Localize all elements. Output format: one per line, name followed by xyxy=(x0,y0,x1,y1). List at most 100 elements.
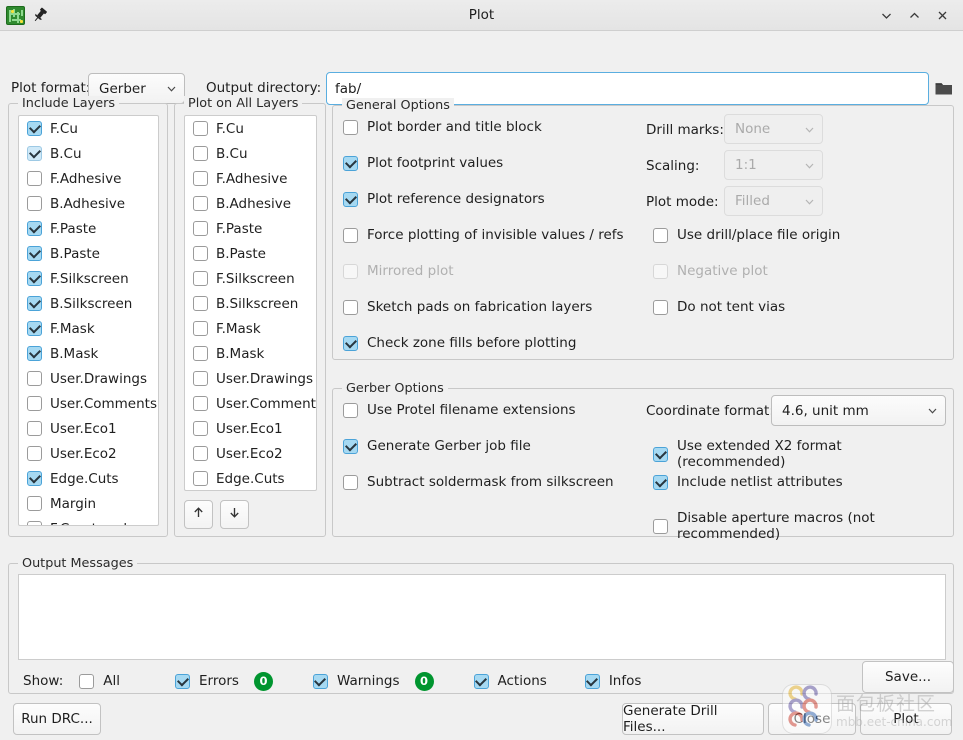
layer-row[interactable]: F.Cu xyxy=(185,116,316,141)
output-messages-text[interactable] xyxy=(18,574,946,660)
option-row[interactable]: Plot footprint values xyxy=(343,155,503,171)
checkbox-checked[interactable] xyxy=(27,146,42,161)
layer-row[interactable]: B.Mask xyxy=(185,341,316,366)
checkbox-checked[interactable] xyxy=(175,673,190,689)
checkbox-unchecked[interactable] xyxy=(193,121,208,136)
checkbox-unchecked[interactable] xyxy=(193,446,208,461)
checkbox-unchecked[interactable] xyxy=(343,474,358,490)
option-row[interactable]: Sketch pads on fabrication layers xyxy=(343,299,592,315)
checkbox-unchecked[interactable] xyxy=(193,346,208,361)
checkbox-unchecked[interactable] xyxy=(653,299,668,315)
checkbox-unchecked[interactable] xyxy=(27,371,42,386)
checkbox-unchecked[interactable] xyxy=(27,446,42,461)
layer-row[interactable]: F.Cu xyxy=(19,116,158,141)
layer-row[interactable]: User.Comments xyxy=(185,391,316,416)
layer-row[interactable]: F.Silkscreen xyxy=(19,266,158,291)
layer-row[interactable]: F.Adhesive xyxy=(19,166,158,191)
layer-row[interactable]: F.Mask xyxy=(185,316,316,341)
option-row[interactable]: Subtract soldermask from silkscreen xyxy=(343,474,614,490)
checkbox-checked[interactable] xyxy=(27,471,42,486)
layer-row[interactable]: B.Paste xyxy=(185,241,316,266)
checkbox-unchecked[interactable] xyxy=(27,521,42,525)
filter-errors[interactable]: Errors 0 xyxy=(175,671,273,691)
option-row[interactable]: Generate Gerber job file xyxy=(343,438,531,454)
option-row[interactable]: Force plotting of invisible values / ref… xyxy=(343,227,624,243)
pin-icon[interactable] xyxy=(31,6,49,24)
checkbox-checked[interactable] xyxy=(27,221,42,236)
checkbox-checked[interactable] xyxy=(312,673,328,689)
layer-row[interactable]: Edge.Cuts xyxy=(185,466,316,490)
checkbox-unchecked[interactable] xyxy=(343,119,358,135)
option-row[interactable]: Use extended X2 format (recommended) xyxy=(653,438,953,470)
minimize-button[interactable] xyxy=(873,2,899,28)
move-layer-down-button[interactable] xyxy=(220,500,249,529)
plot-mode-select[interactable]: Filled xyxy=(724,186,823,216)
layer-row[interactable]: B.Cu xyxy=(185,141,316,166)
checkbox-checked[interactable] xyxy=(653,446,668,462)
layer-row[interactable]: B.Adhesive xyxy=(19,191,158,216)
layer-row[interactable]: B.Adhesive xyxy=(185,191,316,216)
layer-row[interactable]: User.Eco2 xyxy=(19,441,158,466)
checkbox-checked[interactable] xyxy=(653,474,668,490)
checkbox-unchecked[interactable] xyxy=(27,421,42,436)
checkbox-checked[interactable] xyxy=(343,155,358,171)
include-layers-list[interactable]: F.Cu B.Cu F.Adhesive B.Adhesive F.Paste B.Pas… xyxy=(18,115,159,526)
generate-drill-files-button[interactable]: Generate Drill Files... xyxy=(622,703,764,735)
option-row[interactable]: Use Protel filename extensions xyxy=(343,402,576,418)
filter-infos[interactable]: Infos xyxy=(584,673,641,689)
move-layer-up-button[interactable] xyxy=(184,500,213,529)
option-row[interactable]: Include netlist attributes xyxy=(653,474,843,490)
checkbox-unchecked[interactable] xyxy=(27,196,42,211)
layer-row[interactable]: B.Cu xyxy=(19,141,158,166)
close-button[interactable] xyxy=(929,2,955,28)
folder-icon[interactable] xyxy=(932,75,956,101)
layer-row[interactable]: F.Adhesive xyxy=(185,166,316,191)
checkbox-unchecked[interactable] xyxy=(653,518,668,534)
checkbox-checked[interactable] xyxy=(584,673,600,689)
save-button[interactable]: Save... xyxy=(862,661,954,693)
layer-row[interactable]: User.Eco1 xyxy=(19,416,158,441)
checkbox-unchecked[interactable] xyxy=(193,296,208,311)
layer-row[interactable]: F.Paste xyxy=(185,216,316,241)
checkbox-checked[interactable] xyxy=(27,321,42,336)
checkbox-unchecked[interactable] xyxy=(79,673,95,689)
checkbox-unchecked[interactable] xyxy=(193,171,208,186)
layer-row[interactable]: F.Courtyard xyxy=(19,516,158,525)
layer-row[interactable]: User.Eco2 xyxy=(185,441,316,466)
checkbox-unchecked[interactable] xyxy=(27,171,42,186)
checkbox-unchecked[interactable] xyxy=(193,471,208,486)
layer-row[interactable]: B.Paste xyxy=(19,241,158,266)
plot-on-all-layers-list[interactable]: F.Cu B.Cu F.Adhesive B.Adhesive F.Paste B.Pas… xyxy=(184,115,317,491)
scaling-select[interactable]: 1:1 xyxy=(724,150,823,180)
checkbox-checked[interactable] xyxy=(343,335,358,351)
layer-row[interactable]: F.Silkscreen xyxy=(185,266,316,291)
layer-row[interactable]: F.Mask xyxy=(19,316,158,341)
layer-row[interactable]: F.Paste xyxy=(19,216,158,241)
checkbox-unchecked[interactable] xyxy=(193,196,208,211)
checkbox-checked[interactable] xyxy=(473,673,489,689)
checkbox-checked[interactable] xyxy=(27,246,42,261)
checkbox-unchecked[interactable] xyxy=(193,271,208,286)
coordinate-format-select[interactable]: 4.6, unit mm xyxy=(771,395,946,426)
filter-actions[interactable]: Actions xyxy=(473,673,547,689)
option-row[interactable]: Use drill/place file origin xyxy=(653,227,840,243)
option-row[interactable]: Do not tent vias xyxy=(653,299,785,315)
filter-warnings[interactable]: Warnings 0 xyxy=(312,671,434,691)
layer-row[interactable]: Edge.Cuts xyxy=(19,466,158,491)
checkbox-unchecked[interactable] xyxy=(193,371,208,386)
checkbox-unchecked[interactable] xyxy=(193,221,208,236)
checkbox-unchecked[interactable] xyxy=(343,299,358,315)
run-drc-button[interactable]: Run DRC... xyxy=(13,703,101,735)
checkbox-checked[interactable] xyxy=(27,271,42,286)
layer-row[interactable]: User.Drawings xyxy=(185,366,316,391)
layer-row[interactable]: User.Comments xyxy=(19,391,158,416)
checkbox-checked[interactable] xyxy=(343,438,358,454)
drill-marks-select[interactable]: None xyxy=(724,114,823,144)
checkbox-checked[interactable] xyxy=(27,121,42,136)
checkbox-unchecked[interactable] xyxy=(653,227,668,243)
option-row[interactable]: Disable aperture macros (not recommended… xyxy=(653,510,953,542)
checkbox-checked[interactable] xyxy=(343,191,358,207)
layer-row[interactable]: B.Silkscreen xyxy=(19,291,158,316)
checkbox-unchecked[interactable] xyxy=(193,246,208,261)
option-row[interactable]: Plot reference designators xyxy=(343,191,545,207)
